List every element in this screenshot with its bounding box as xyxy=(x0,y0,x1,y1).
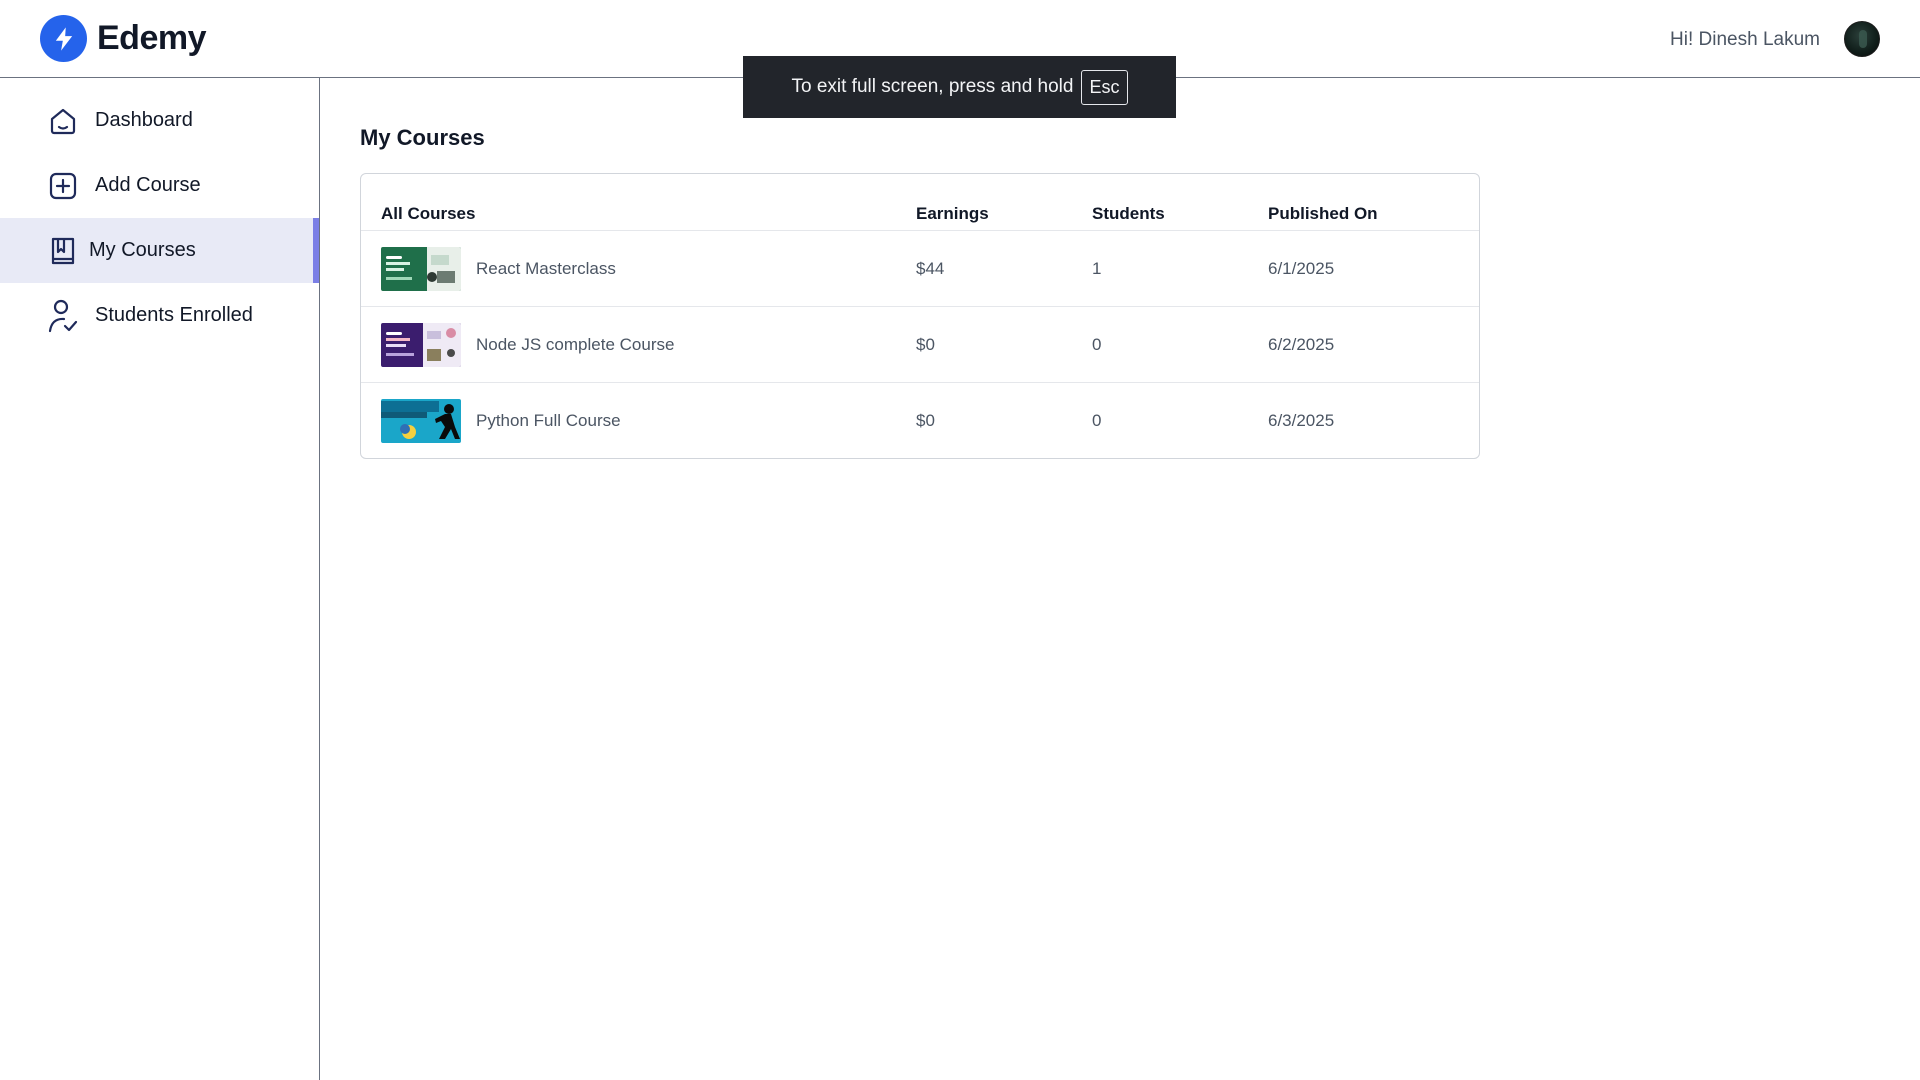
course-published-date: 6/3/2025 xyxy=(1268,411,1335,430)
column-header-published-on: Published On xyxy=(1268,204,1378,223)
user-check-icon xyxy=(48,299,78,333)
python-thumbnail xyxy=(381,399,461,443)
fullscreen-notice-text: To exit full screen, press and hold xyxy=(791,76,1074,97)
sidebar-item-label: My Courses xyxy=(89,239,196,261)
sidebar-item-label: Students Enrolled xyxy=(95,304,253,326)
column-header-students: Students xyxy=(1092,204,1165,223)
sidebar-item-label: Add Course xyxy=(95,174,201,196)
course-published-date: 6/1/2025 xyxy=(1268,259,1335,278)
sidebar: Dashboard Add Course My Courses Students… xyxy=(0,78,320,1080)
table-row[interactable]: React Masterclass $44 1 6/1/2025 xyxy=(361,231,1479,307)
purple-thumbnail xyxy=(381,323,461,367)
column-header-all-courses: All Courses xyxy=(381,204,476,223)
course-students: 0 xyxy=(1092,335,1102,354)
table-row[interactable]: Python Full Course $0 0 6/3/2025 xyxy=(361,383,1479,459)
add-square-icon xyxy=(48,171,78,201)
course-title: Node JS complete Course xyxy=(476,335,675,354)
fullscreen-exit-notice: To exit full screen, press and hold Esc xyxy=(743,56,1176,118)
column-header-earnings: Earnings xyxy=(916,204,989,223)
course-earnings: $0 xyxy=(916,335,935,354)
brand-name: Edemy xyxy=(97,19,207,57)
bookmark-book-icon xyxy=(48,236,78,266)
sidebar-item-add-course[interactable]: Add Course xyxy=(0,153,319,218)
page-title: My Courses xyxy=(360,125,485,150)
course-title: React Masterclass xyxy=(476,259,616,278)
green-thumbnail xyxy=(381,247,461,291)
brand-logo[interactable]: Edemy xyxy=(40,15,207,62)
course-published-date: 6/2/2025 xyxy=(1268,335,1335,354)
lightning-icon xyxy=(40,15,87,62)
home-icon xyxy=(48,106,78,136)
sidebar-item-students-enrolled[interactable]: Students Enrolled xyxy=(0,283,319,348)
esc-key-badge: Esc xyxy=(1081,69,1128,105)
courses-table: All Courses Earnings Students Published … xyxy=(360,173,1480,459)
sidebar-item-label: Dashboard xyxy=(95,109,193,131)
user-greeting: Hi! Dinesh Lakum xyxy=(1670,29,1820,50)
sidebar-item-my-courses[interactable]: My Courses xyxy=(0,218,319,283)
sidebar-item-dashboard[interactable]: Dashboard xyxy=(0,88,319,153)
table-row[interactable]: Node JS complete Course $0 0 6/2/2025 xyxy=(361,307,1479,383)
course-earnings: $44 xyxy=(916,259,945,278)
course-earnings: $0 xyxy=(916,411,935,430)
course-students: 1 xyxy=(1092,259,1102,278)
course-students: 0 xyxy=(1092,411,1102,430)
user-avatar[interactable] xyxy=(1844,21,1880,57)
course-title: Python Full Course xyxy=(476,411,621,430)
